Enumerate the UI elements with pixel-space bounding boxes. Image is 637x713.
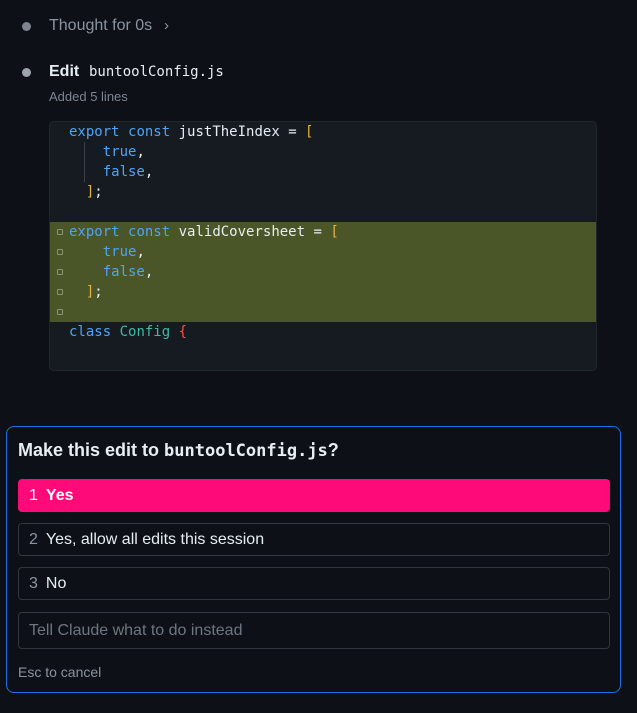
code-token: ; (94, 284, 103, 300)
bullet-icon (22, 22, 31, 31)
edit-summary: Added 5 lines (49, 89, 128, 104)
code-line-added: export const validCoversheet = [ (50, 222, 596, 242)
code-line-added: ]; (50, 282, 596, 302)
dialog-title: Make this edit to buntoolConfig.js? (18, 440, 339, 461)
code-line-added: true, (50, 242, 596, 262)
code-token: class (69, 324, 112, 340)
code-lines: export const justTheIndex = [ true, fals… (50, 122, 596, 342)
option-label: No (45, 575, 67, 592)
code-line: export const justTheIndex = [ (50, 122, 596, 142)
edit-title: Edit (49, 63, 80, 80)
code-token: = (288, 124, 306, 140)
code-token: const (128, 124, 171, 140)
code-token: [ (305, 124, 314, 140)
dialog-title-prefix: Make this edit to (18, 440, 165, 460)
code-token: , (144, 164, 154, 180)
code-token: true (102, 144, 137, 160)
code-token: true (102, 244, 137, 260)
option-label: Yes, allow all edits this session (45, 531, 265, 548)
option-yes-button[interactable]: 1 Yes (18, 479, 610, 512)
option-label: Yes (45, 487, 74, 504)
instruction-input[interactable] (18, 612, 610, 649)
option-number: 2 (29, 531, 38, 548)
dialog-title-file: buntoolConfig.js (164, 441, 328, 461)
code-token: justTheIndex (170, 124, 289, 140)
option-number: 3 (29, 575, 38, 592)
code-token: , (136, 244, 145, 260)
option-no-button[interactable]: 3 No (18, 567, 610, 600)
code-line-added (50, 302, 596, 322)
code-line: ]; (50, 182, 596, 202)
code-token: const (128, 224, 171, 240)
code-token: false (102, 264, 145, 280)
added-line-marker-icon (57, 229, 63, 235)
permission-view: Thought for 0s › Edit buntoolConfig.js A… (0, 0, 637, 713)
code-token: = (313, 224, 331, 240)
cancel-hint: Esc to cancel (18, 664, 102, 680)
added-line-marker-icon (57, 309, 63, 315)
option-number: 1 (29, 487, 38, 504)
dialog-title-suffix: ? (327, 440, 339, 460)
code-token: , (144, 264, 154, 280)
thought-label: Thought for 0s (49, 17, 153, 34)
code-token: validCoversheet (170, 224, 314, 240)
edit-permission-dialog: Make this edit to buntoolConfig.js? 1 Yes… (6, 426, 621, 693)
code-token: false (102, 164, 145, 180)
code-line: false, (50, 162, 596, 182)
code-token: , (136, 144, 145, 160)
code-token: Config (119, 324, 171, 340)
code-line: true, (50, 142, 596, 162)
chevron-right-icon[interactable]: › (164, 17, 169, 34)
option-yes-all-button[interactable]: 2 Yes, allow all edits this session (18, 523, 610, 556)
code-line: class Config { (50, 322, 596, 342)
code-token: export (69, 224, 120, 240)
code-token: { (178, 324, 188, 340)
edit-filename: buntoolConfig.js (89, 64, 224, 80)
added-line-marker-icon (57, 269, 63, 275)
code-token: export (69, 124, 120, 140)
code-line-added: false, (50, 262, 596, 282)
code-token: [ (330, 224, 339, 240)
added-line-marker-icon (57, 249, 63, 255)
bullet-icon (22, 68, 31, 77)
code-diff: export const justTheIndex = [ true, fals… (49, 121, 597, 371)
added-line-marker-icon (57, 289, 63, 295)
code-token: ; (94, 184, 103, 200)
